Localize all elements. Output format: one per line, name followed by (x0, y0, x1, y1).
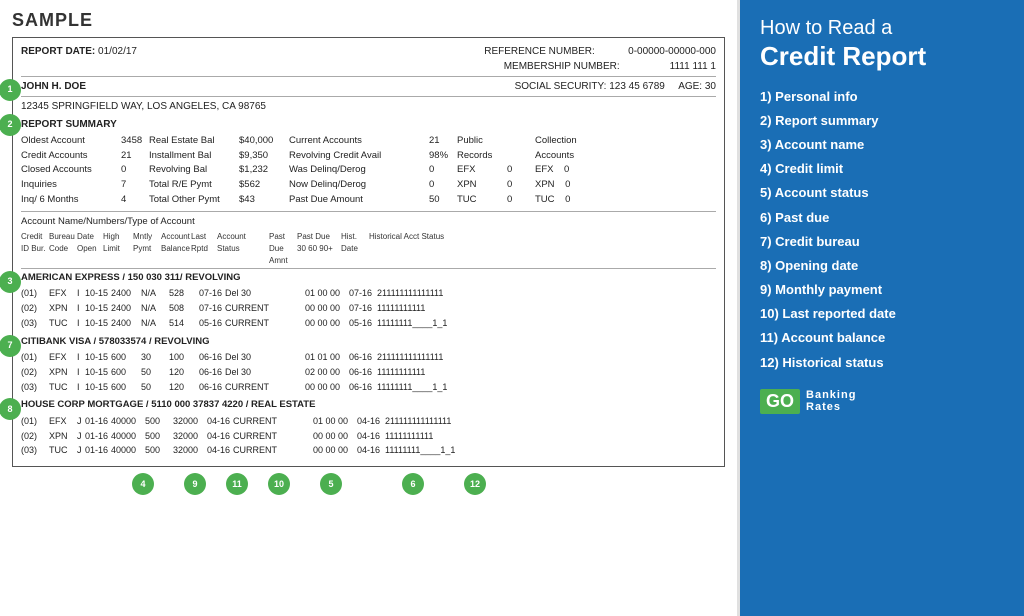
list-item-3: 3) Account name (760, 133, 1004, 157)
address: 12345 SPRINGFIELD WAY, LOS ANGELES, CA 9… (21, 99, 716, 114)
right-panel: How to Read a Credit Report 1) Personal … (740, 0, 1024, 616)
list-item-5: 5) Account status (760, 181, 1004, 205)
bottom-badge-9: 9 (184, 473, 206, 495)
right-title-top: How to Read a (760, 16, 1004, 40)
acct-header-label: Account Name/Numbers/Type of Account (21, 215, 716, 229)
amex-rows: (01)EFXI10-152400N/A52807-16Del 3001 00 … (21, 286, 716, 331)
sample-label: SAMPLE (12, 10, 725, 31)
right-title-bold: Credit Report (760, 42, 1004, 71)
account-mortgage: 8 HOUSE CORP MORTGAGE / 5110 000 37837 4… (21, 398, 716, 458)
mortgage-rows: (01)EFXJ01-16400005003200004-16CURRENT01… (21, 414, 716, 459)
bottom-badges-row: 4 9 11 10 5 6 12 (12, 473, 725, 495)
badge-7: 7 (0, 335, 21, 357)
report-date: REPORT DATE: 01/02/17 (21, 44, 137, 74)
report-summary-section: 2 REPORT SUMMARY (21, 117, 716, 132)
go-banking-logo: GO Banking Rates (760, 389, 1004, 414)
list-item-6: 6) Past due (760, 206, 1004, 230)
badge-8: 8 (0, 398, 21, 420)
citibank-name: CITIBANK VISA / 578033574 / REVOLVING (21, 335, 716, 349)
bottom-badge-12: 12 (464, 473, 486, 495)
summary-table: Oldest Account3458Real Estate Bal$40,000… (21, 134, 716, 212)
list-item-4: 4) Credit limit (760, 157, 1004, 181)
go-logo-text: GO (760, 389, 800, 414)
badge-1: 1 (0, 79, 21, 101)
banking-rates-text: Banking Rates (806, 389, 856, 413)
account-amex: 3 AMERICAN EXPRESS / 150 030 311/ REVOLV… (21, 271, 716, 331)
list-item-11: 11) Account balance (760, 326, 1004, 350)
social-security: SOCIAL SECURITY: 123 45 6789 AGE: 30 (515, 79, 716, 94)
account-citibank: 7 CITIBANK VISA / 578033574 / REVOLVING … (21, 335, 716, 395)
bottom-badge-6: 6 (402, 473, 424, 495)
info-list: 1) Personal info 2) Report summary 3) Ac… (760, 85, 1004, 375)
credit-report-box: REPORT DATE: 01/02/17 REFERENCE NUMBER: … (12, 37, 725, 467)
list-item-2: 2) Report summary (760, 109, 1004, 133)
mortgage-name: HOUSE CORP MORTGAGE / 5110 000 37837 422… (21, 398, 716, 412)
list-item-12: 12) Historical status (760, 351, 1004, 375)
column-headers: CreditID Bur. BureauCode DateOpen HighLi… (21, 231, 716, 269)
bottom-badge-11: 11 (226, 473, 248, 495)
bottom-badge-4: 4 (132, 473, 154, 495)
badge-3: 3 (0, 271, 21, 293)
bottom-badge-5: 5 (320, 473, 342, 495)
list-item-1: 1) Personal info (760, 85, 1004, 109)
list-item-10: 10) Last reported date (760, 302, 1004, 326)
badge-2: 2 (0, 114, 21, 136)
list-item-9: 9) Monthly payment (760, 278, 1004, 302)
person-name: JOHN H. DOE (21, 79, 86, 94)
amex-name: AMERICAN EXPRESS / 150 030 311/ REVOLVIN… (21, 271, 716, 285)
bottom-badge-10: 10 (268, 473, 290, 495)
reference-block: REFERENCE NUMBER: 0-00000-00000-000 MEMB… (484, 44, 716, 74)
report-summary-label: REPORT SUMMARY (21, 117, 117, 132)
list-item-7: 7) Credit bureau (760, 230, 1004, 254)
list-item-8: 8) Opening date (760, 254, 1004, 278)
left-panel: SAMPLE REPORT DATE: 01/02/17 REFERENCE N… (0, 0, 740, 616)
citibank-rows: (01)EFXI10-156003010006-16Del 3001 01 00… (21, 350, 716, 395)
